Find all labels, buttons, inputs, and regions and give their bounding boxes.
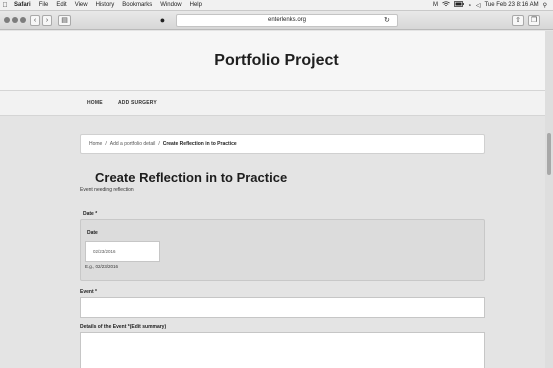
forward-button[interactable]: › — [42, 15, 52, 26]
address-bar[interactable]: enterlenks.org — [176, 14, 398, 27]
menu-app-safari[interactable]: Safari — [10, 2, 35, 8]
page-scrollbar-track[interactable] — [545, 31, 553, 368]
breadcrumb: Home / Add a portfolio detail / Create Refle… — [80, 134, 485, 154]
breadcrumb-add-portfolio-detail[interactable]: Add a portfolio detail — [110, 141, 156, 147]
menu-edit[interactable]: Edit — [52, 2, 70, 8]
site-header: Portfolio Project — [0, 31, 553, 90]
reload-icon[interactable]: ↻ — [384, 14, 390, 27]
volume-icon[interactable]: ◁ — [474, 2, 483, 9]
site-title[interactable]: Portfolio Project — [0, 52, 553, 70]
menu-file[interactable]: File — [35, 2, 53, 8]
spotlight-search-icon[interactable]: ⚲ — [541, 2, 549, 9]
breadcrumb-current: Create Reflection in to Practice — [162, 141, 237, 147]
breadcrumb-separator: / — [158, 141, 160, 147]
date-hint: E.g., 02/23/2016 — [85, 264, 119, 269]
bluetooth-icon[interactable]: ⋆ — [466, 2, 474, 9]
page-title: Create Reflection in to Practice — [95, 170, 288, 185]
details-label: Details of the Event *(Edit summary) — [80, 324, 167, 330]
battery-icon[interactable] — [452, 1, 466, 9]
menu-view[interactable]: View — [71, 2, 92, 8]
breadcrumb-separator: / — [105, 141, 107, 147]
page-scrollbar-thumb[interactable] — [547, 133, 551, 175]
tabs-overview-button[interactable]: ❐ — [528, 15, 540, 26]
wifi-icon[interactable] — [440, 1, 452, 9]
browser-toolbar: ‹ › ▤ ● enterlenks.org ↻ ⇧ ❐ — [0, 11, 553, 30]
status-m-icon[interactable]: M — [431, 2, 440, 8]
privacy-shield-icon[interactable]: ● — [156, 14, 169, 27]
menu-history[interactable]: History — [92, 2, 119, 8]
share-button[interactable]: ⇧ — [512, 15, 524, 26]
zoom-window-button[interactable] — [20, 17, 26, 23]
close-window-button[interactable] — [4, 17, 10, 23]
date-group-label: Date * — [83, 211, 98, 217]
menu-bookmarks[interactable]: Bookmarks — [118, 2, 156, 8]
page-subtitle: Event needing reflection — [80, 187, 134, 193]
main-nav: HOME ADD SURGERY — [0, 90, 553, 116]
back-button[interactable]: ‹ — [30, 15, 40, 26]
sidebar-toggle-button[interactable]: ▤ — [58, 15, 71, 26]
date-input[interactable] — [85, 241, 160, 262]
menubar-clock[interactable]: Tue Feb 23 8:16 AM — [482, 2, 540, 8]
menu-bar:  Safari File Edit View History Bookmark… — [0, 0, 553, 11]
nav-home[interactable]: HOME — [87, 100, 103, 106]
apple-icon[interactable]:  — [0, 2, 10, 9]
nav-add-surgery[interactable]: ADD SURGERY — [118, 100, 157, 106]
minimize-window-button[interactable] — [12, 17, 18, 23]
menu-window[interactable]: Window — [156, 2, 185, 8]
menu-help[interactable]: Help — [186, 2, 206, 8]
status-area: M ⋆ ◁ Tue Feb 23 8:16 AM ⚲ — [431, 1, 553, 9]
breadcrumb-home[interactable]: Home — [89, 141, 102, 147]
event-input[interactable] — [80, 297, 485, 318]
date-label: Date — [87, 230, 98, 236]
details-textarea[interactable] — [80, 332, 485, 368]
event-label: Event * — [80, 289, 97, 295]
